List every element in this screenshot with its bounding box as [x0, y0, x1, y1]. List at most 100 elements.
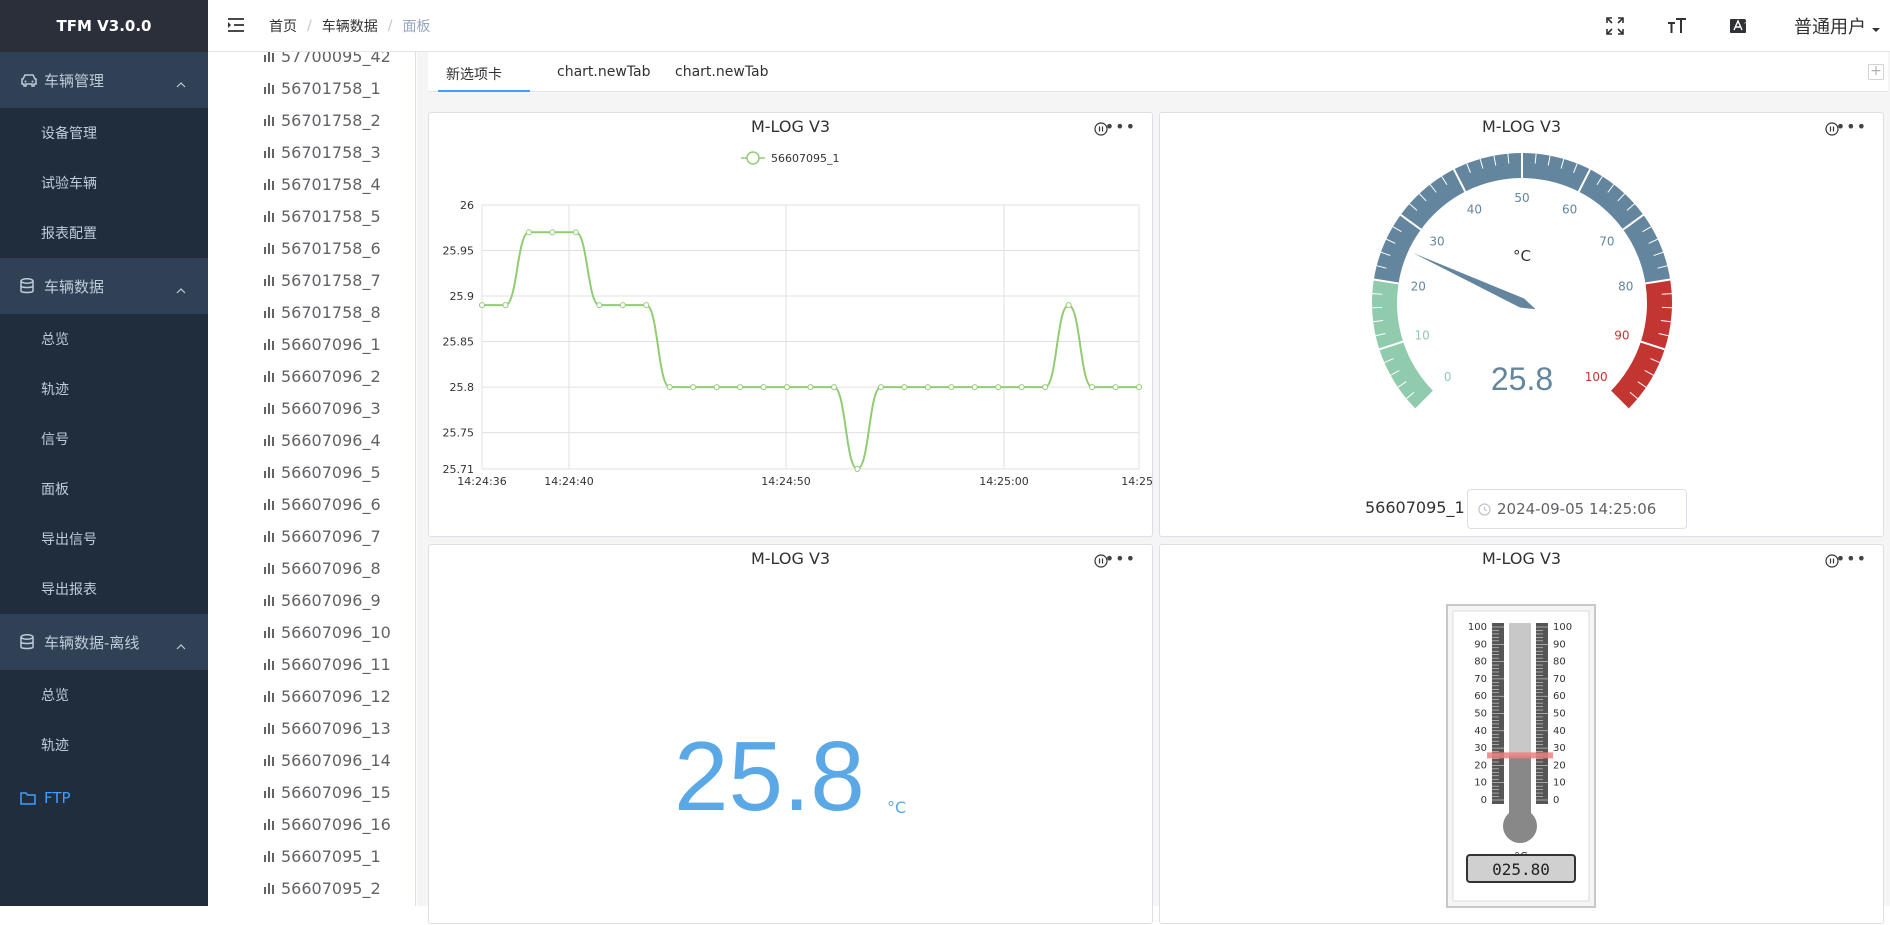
tab-chart-2[interactable]: chart.newTab: [675, 64, 768, 80]
menu-item-export-report[interactable]: 导出报表: [0, 564, 208, 614]
tree-item[interactable]: 56607095_1: [263, 840, 381, 872]
gauge-tick-label: 20: [1411, 280, 1426, 294]
menu-item-panel[interactable]: 面板: [0, 464, 208, 514]
thermometer-card: M-LOG V3 ••• 100100909080807070606050504…: [1159, 544, 1884, 924]
tree-item[interactable]: 57700095_42: [263, 52, 391, 72]
y-tick-label: 25.85: [443, 336, 475, 349]
thermo-tick-right: 60: [1553, 691, 1566, 702]
menu-group-vehicle-data-offline[interactable]: 车辆数据-离线: [0, 614, 208, 670]
menu-item-track[interactable]: 轨迹: [0, 364, 208, 414]
digital-value: 25.8: [674, 720, 865, 833]
menu-group-vehicle-management[interactable]: 车辆管理: [0, 52, 208, 108]
menu-group-ftp[interactable]: FTP: [0, 770, 208, 826]
tree-item-label: 56607096_4: [281, 431, 381, 450]
menu-item-offline-overview[interactable]: 总览: [0, 670, 208, 720]
tree-item[interactable]: 56607096_10: [263, 616, 391, 648]
data-point: [1113, 385, 1118, 390]
translate-icon[interactable]: 文: [1728, 15, 1750, 37]
legend-marker: [747, 152, 759, 164]
tree-item[interactable]: 56607096_12: [263, 680, 391, 712]
tree-item[interactable]: 56607096_16: [263, 808, 391, 840]
tree-item[interactable]: 56701758_4: [263, 168, 381, 200]
tree-item[interactable]: 56607095_2: [263, 872, 381, 904]
breadcrumb-separator: /: [388, 18, 393, 34]
data-point: [972, 385, 977, 390]
y-tick-label: 25.95: [443, 245, 475, 258]
tree-item[interactable]: 56607096_5: [263, 456, 381, 488]
gauge-tick-label: 0: [1444, 370, 1452, 384]
y-tick-label: 25.75: [443, 427, 475, 440]
tree-item-label: 57700095_42: [281, 52, 391, 66]
tab-chart-1[interactable]: chart.newTab: [557, 64, 650, 80]
tree-item[interactable]: 56607096_9: [263, 584, 381, 616]
fullscreen-icon[interactable]: [1604, 15, 1626, 37]
tree-item-label: 56701758_1: [281, 79, 381, 98]
add-tab-button[interactable]: +: [1868, 64, 1884, 80]
tree-item[interactable]: 56607096_14: [263, 744, 391, 776]
gauge-tick: [1662, 294, 1672, 295]
line-chart: 2625.9525.925.8525.825.7525.7114:24:3614…: [429, 113, 1154, 538]
gauge-chart: 0102030405060708090100°C25.8: [1160, 113, 1885, 538]
gauge-card: M-LOG V3 ••• 0102030405060708090100°C25.…: [1159, 112, 1884, 537]
bar-chart-icon: [263, 530, 275, 542]
tree-item[interactable]: 56607096_2: [263, 360, 381, 392]
menu-item-offline-track[interactable]: 轨迹: [0, 720, 208, 770]
folder-icon: [20, 789, 38, 807]
menu-item-overview[interactable]: 总览: [0, 314, 208, 364]
menu-item-test-vehicles[interactable]: 试验车辆: [0, 158, 208, 208]
thermo-tick-left: 100: [1468, 622, 1487, 633]
bar-chart-icon: [263, 82, 275, 94]
timestamp-field[interactable]: 2024-09-05 14:25:06: [1467, 489, 1687, 529]
breadcrumb-home[interactable]: 首页: [269, 16, 297, 36]
tab-new[interactable]: 新选项卡: [446, 64, 502, 84]
menu-group-vehicle-data[interactable]: 车辆数据: [0, 258, 208, 314]
sidebar: TFM V3.0.0 车辆管理 设备管理 试验车辆 报表配置 车辆数据 总览 轨…: [0, 0, 208, 906]
digital-card: M-LOG V3 ••• 25.8 °C: [428, 544, 1153, 924]
thermo-tick-right: 50: [1553, 709, 1566, 720]
tree-item[interactable]: 56607096_13: [263, 712, 391, 744]
menu-item-signal[interactable]: 信号: [0, 414, 208, 464]
thermometer-chart: 1001009090808070706060505040403030202010…: [1160, 545, 1885, 925]
tree-item[interactable]: 56701758_5: [263, 200, 381, 232]
menu-item-device-management[interactable]: 设备管理: [0, 108, 208, 158]
y-tick-label: 25.9: [450, 290, 475, 303]
tree-item[interactable]: 56607096_8: [263, 552, 381, 584]
svg-text:文: 文: [1744, 17, 1749, 25]
tree-item[interactable]: 56607096_11: [263, 648, 391, 680]
data-point: [714, 385, 719, 390]
tree-item[interactable]: 56607096_7: [263, 520, 381, 552]
tree-item[interactable]: 56607096_1: [263, 328, 381, 360]
brand-title: TFM V3.0.0: [0, 0, 208, 52]
menu-group-label: 车辆数据-离线: [44, 632, 139, 653]
user-menu[interactable]: 普通用户: [1794, 13, 1880, 39]
tree-item[interactable]: 56701758_6: [263, 232, 381, 264]
bar-chart-icon: [263, 242, 275, 254]
tree-item[interactable]: 56607096_3: [263, 392, 381, 424]
tree-item[interactable]: 56701758_7: [263, 264, 381, 296]
bar-chart-icon: [263, 882, 275, 894]
tree-item[interactable]: 56607096_15: [263, 776, 391, 808]
tree-item[interactable]: 56701758_2: [263, 104, 381, 136]
tree-item-label: 56607096_1: [281, 335, 381, 354]
menu-group-label: 车辆管理: [44, 70, 104, 91]
line-chart-card: M-LOG V3 ••• 2625.9525.925.8525.825.7525…: [428, 112, 1153, 537]
more-icon[interactable]: •••: [1105, 549, 1136, 568]
menu-item-export-signal[interactable]: 导出信号: [0, 514, 208, 564]
tree-item[interactable]: 56607096_4: [263, 424, 381, 456]
hamburger-icon[interactable]: [227, 17, 245, 35]
tree-item-label: 56607096_2: [281, 367, 381, 386]
tree-item[interactable]: 56701758_8: [263, 296, 381, 328]
menu-item-report-config[interactable]: 报表配置: [0, 208, 208, 258]
data-point: [1019, 385, 1024, 390]
bar-chart-icon: [263, 722, 275, 734]
bar-chart-icon: [263, 850, 275, 862]
thermo-tick-left: 90: [1474, 639, 1487, 650]
bar-chart-icon: [263, 114, 275, 126]
tree-item-label: 56607096_13: [281, 719, 391, 738]
tree-item[interactable]: 56701758_3: [263, 136, 381, 168]
tree-item[interactable]: 56701758_1: [263, 72, 381, 104]
font-size-icon[interactable]: [1666, 15, 1688, 37]
thermo-tick-left: 40: [1474, 726, 1487, 737]
tree-item[interactable]: 56607096_6: [263, 488, 381, 520]
breadcrumb-vehicle-data[interactable]: 车辆数据: [322, 16, 378, 36]
